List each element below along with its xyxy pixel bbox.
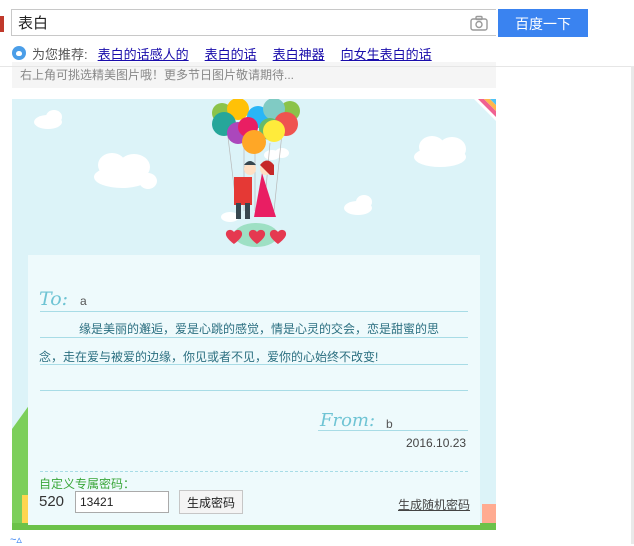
- letter-rule: [40, 390, 468, 391]
- password-input[interactable]: [75, 491, 169, 513]
- recommend-label: 为您推荐:: [32, 46, 88, 62]
- from-label: From:: [320, 410, 376, 431]
- header-divider: [0, 66, 634, 67]
- recommend-link[interactable]: 表白的话: [205, 44, 257, 63]
- letter-line: 缘是美丽的邂逅，爱是心跳的感觉，情是心灵的交会，恋是甜蜜的思: [79, 322, 440, 336]
- password-label: 自定义专属密码：: [39, 477, 136, 491]
- recommend-link[interactable]: 向女生表白的话: [341, 44, 432, 63]
- recommend-link[interactable]: 表白的话感人的: [98, 44, 189, 63]
- confession-card: To: a 缘是美丽的邂逅，爱是心跳的感觉，情是心灵的交会，恋是甜蜜的思 念，走…: [12, 99, 496, 530]
- generate-password-button[interactable]: 生成密码: [179, 490, 243, 514]
- search-box: [11, 9, 496, 36]
- tab-edge-mark: [0, 16, 4, 32]
- heart-icon: [225, 229, 287, 244]
- style-picker-icon[interactable]: [474, 99, 496, 121]
- letter-body[interactable]: 缘是美丽的邂逅，爱是心跳的感觉，情是心灵的交会，恋是甜蜜的思 念，走在爱与被爱的…: [39, 315, 459, 371]
- search-button[interactable]: 百度一下: [498, 9, 588, 37]
- random-password-link[interactable]: 生成随机密码: [398, 496, 470, 513]
- bottom-mark-icon: ~▵: [10, 534, 22, 546]
- search-input[interactable]: [18, 12, 458, 33]
- recommend-row: 为您推荐: 表白的话感人的 表白的话 表白神器 向女生表白的话: [12, 44, 448, 62]
- notice-text: 右上角可挑选精美图片哦！更多节日图片敬请期待...: [20, 68, 295, 82]
- letter-date: 2016.10.23: [406, 436, 467, 450]
- letter-rule: [40, 364, 468, 365]
- from-value[interactable]: b: [386, 417, 393, 431]
- password-prefix: 520: [39, 493, 65, 510]
- letter-rule: [40, 311, 468, 312]
- dashed-divider: [40, 471, 468, 472]
- to-value[interactable]: a: [80, 294, 87, 308]
- letter-rule: [318, 430, 468, 431]
- camera-icon[interactable]: [470, 15, 488, 31]
- paw-icon: [12, 46, 26, 60]
- letter-line: 念，走在爱与被爱的边缘，你见或者不见，爱你的心始终不改变!: [39, 350, 379, 364]
- recommend-link[interactable]: 表白神器: [273, 44, 325, 63]
- letter-rule: [40, 337, 468, 338]
- to-label: To:: [39, 288, 69, 310]
